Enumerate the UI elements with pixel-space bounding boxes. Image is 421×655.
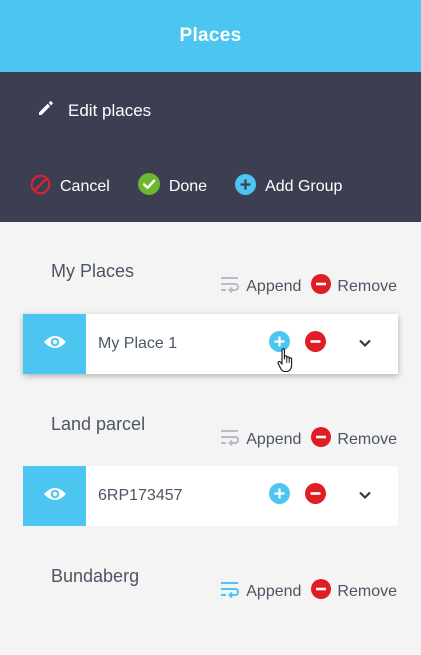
- append-button[interactable]: Append: [220, 428, 301, 451]
- minus-icon: [311, 274, 332, 299]
- expand-button[interactable]: [354, 485, 376, 507]
- eye-icon: [43, 334, 67, 355]
- minus-icon: [305, 331, 326, 357]
- append-icon: [220, 428, 240, 451]
- minus-icon: [311, 579, 332, 604]
- group-actions: Append Remove: [220, 579, 397, 604]
- visibility-toggle[interactable]: [23, 314, 86, 374]
- add-place-button[interactable]: [269, 483, 290, 509]
- place-card[interactable]: My Place 1: [23, 314, 398, 374]
- group-title: Land parcel: [51, 414, 146, 434]
- chevron-down-icon: [358, 487, 372, 505]
- edit-toolbar: Edit places Cancel Done Add Group: [0, 72, 421, 222]
- append-label: Append: [246, 582, 302, 600]
- group-actions: Append Remove: [220, 274, 397, 299]
- minus-icon: [311, 427, 332, 452]
- remove-label: Remove: [337, 277, 397, 295]
- place-card[interactable]: 6RP173457: [23, 466, 398, 526]
- add-group-label: Add Group: [265, 177, 343, 195]
- place-name: My Place 1: [98, 335, 178, 352]
- chevron-down-icon: [358, 335, 372, 353]
- append-button[interactable]: Append: [220, 275, 301, 298]
- edit-places-heading: Edit places: [36, 98, 151, 123]
- append-icon: [220, 275, 240, 298]
- cancel-button[interactable]: Cancel: [30, 174, 110, 200]
- remove-place-button[interactable]: [305, 483, 326, 509]
- group-title: Bundaberg: [51, 566, 140, 586]
- plus-icon: [235, 173, 257, 200]
- toolbar-actions: Cancel Done Add Group: [30, 173, 370, 200]
- done-button[interactable]: Done: [137, 173, 208, 200]
- app-header: Places: [0, 0, 421, 72]
- remove-group-button[interactable]: Remove: [311, 579, 397, 604]
- done-label: Done: [168, 177, 208, 195]
- append-button[interactable]: Append: [220, 580, 301, 603]
- append-icon: [220, 580, 240, 603]
- visibility-toggle[interactable]: [23, 466, 86, 526]
- add-group-button[interactable]: Add Group: [235, 173, 343, 200]
- append-label: Append: [246, 430, 302, 448]
- expand-button[interactable]: [354, 333, 376, 355]
- minus-icon: [305, 483, 326, 509]
- place-name: 6RP173457: [98, 487, 183, 504]
- remove-place-button[interactable]: [305, 331, 326, 357]
- pencil-icon: [36, 98, 56, 123]
- cancel-label: Cancel: [60, 177, 110, 195]
- remove-group-button[interactable]: Remove: [311, 427, 397, 452]
- check-icon: [137, 173, 160, 200]
- group-actions: Append Remove: [220, 427, 397, 452]
- eye-icon: [43, 486, 67, 507]
- edit-places-label: Edit places: [68, 100, 152, 120]
- plus-icon: [269, 331, 290, 357]
- remove-group-button[interactable]: Remove: [311, 274, 397, 299]
- remove-label: Remove: [337, 582, 397, 600]
- add-place-button[interactable]: [269, 331, 290, 357]
- append-label: Append: [246, 277, 302, 295]
- group-title: My Places: [51, 261, 135, 281]
- plus-icon: [269, 483, 290, 509]
- remove-label: Remove: [337, 430, 397, 448]
- cancel-icon: [30, 174, 51, 200]
- page-title: Places: [179, 25, 242, 46]
